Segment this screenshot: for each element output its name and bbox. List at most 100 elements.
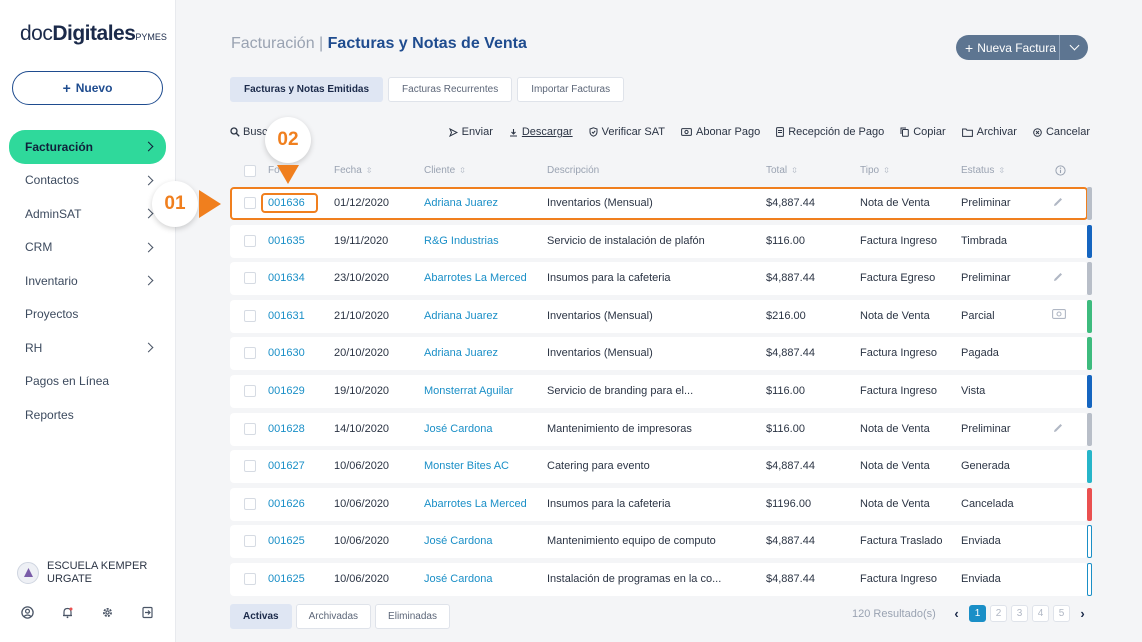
- cell-cliente[interactable]: Adriana Juarez: [424, 197, 542, 209]
- tab-recurrentes[interactable]: Facturas Recurrentes: [388, 77, 513, 102]
- sidebar-item-adminsat[interactable]: AdminSAT: [9, 197, 166, 231]
- cell-folio[interactable]: 001626: [268, 498, 328, 510]
- row-checkbox[interactable]: [244, 573, 256, 585]
- cell-cliente[interactable]: R&G Industrias: [424, 235, 542, 247]
- sidebar-item-crm[interactable]: CRM: [9, 231, 166, 265]
- page-button[interactable]: 1: [969, 605, 986, 622]
- cell-cliente[interactable]: Monsterrat Aguilar: [424, 385, 542, 397]
- page-button[interactable]: 5: [1053, 605, 1070, 622]
- sidebar-item-pagos-en-línea[interactable]: Pagos en Línea: [9, 365, 166, 399]
- table-row[interactable]: 001631 21/10/2020 Adriana Juarez Inventario…: [230, 299, 1092, 333]
- cash-icon[interactable]: [1052, 308, 1066, 323]
- tab-emitidas[interactable]: Facturas y Notas Emitidas: [230, 77, 384, 102]
- pencil-icon[interactable]: [1052, 271, 1066, 285]
- sidebar-item-reportes[interactable]: Reportes: [9, 398, 166, 432]
- table-row[interactable]: 001636 01/12/2020 Adriana Juarez Inventario…: [230, 187, 1092, 220]
- table-row[interactable]: 001629 19/10/2020 Monsterrat Aguilar Servic…: [230, 375, 1092, 408]
- cell-cliente[interactable]: Adriana Juarez: [424, 347, 542, 359]
- pencil-icon[interactable]: [1052, 422, 1066, 436]
- row-checkbox[interactable]: [244, 385, 256, 397]
- action-label: Verificar SAT: [601, 126, 665, 138]
- verificar-sat-button[interactable]: Verificar SAT: [589, 126, 665, 138]
- recepción-de-pago-button[interactable]: Recepción de Pago: [776, 126, 884, 138]
- cell-cliente[interactable]: José Cardona: [424, 535, 542, 547]
- row-checkbox[interactable]: [244, 197, 256, 209]
- cell-folio[interactable]: 001625: [268, 535, 328, 547]
- cell-cliente[interactable]: Abarrotes La Merced: [424, 498, 542, 510]
- page-button[interactable]: 4: [1032, 605, 1049, 622]
- sidebar-item-contactos[interactable]: Contactos: [9, 164, 166, 198]
- row-checkbox[interactable]: [244, 309, 256, 322]
- tab-archivadas[interactable]: Archivadas: [295, 604, 372, 629]
- row-checkbox[interactable]: [244, 497, 256, 510]
- table-row[interactable]: 001635 19/11/2020 R&G Industrias Servicio d…: [230, 224, 1092, 258]
- sidebar-item-proyectos[interactable]: Proyectos: [9, 298, 166, 332]
- row-checkbox[interactable]: [244, 535, 256, 548]
- enviar-button[interactable]: Enviar: [448, 126, 493, 138]
- logout-icon[interactable]: [140, 605, 155, 620]
- bell-icon[interactable]: [60, 605, 75, 620]
- col-descripcion[interactable]: Descripción: [547, 165, 599, 176]
- table-row[interactable]: 001626 10/06/2020 Abarrotes La Merced Insum…: [230, 487, 1092, 521]
- col-cliente[interactable]: Cliente ⇳: [424, 165, 466, 176]
- cell-cliente[interactable]: José Cardona: [424, 423, 542, 435]
- row-checkbox[interactable]: [244, 272, 256, 285]
- cell-folio[interactable]: 001634: [268, 272, 328, 284]
- cell-folio[interactable]: 001630: [268, 347, 328, 359]
- search-input[interactable]: Busc: [230, 126, 267, 138]
- new-invoice-button[interactable]: + Nueva Factura: [956, 35, 1088, 60]
- user-profile[interactable]: ESCUELA KEMPER URGATE: [17, 560, 157, 586]
- abonar-pago-button[interactable]: Abonar Pago: [681, 126, 760, 138]
- cell-cliente[interactable]: Adriana Juarez: [424, 310, 542, 322]
- row-checkbox[interactable]: [244, 422, 256, 435]
- table-row[interactable]: 001628 14/10/2020 José Cardona Mantenimient…: [230, 412, 1092, 446]
- copiar-button[interactable]: Copiar: [900, 126, 946, 138]
- row-checkbox[interactable]: [244, 460, 256, 473]
- pencil-icon[interactable]: [1052, 196, 1066, 210]
- user-circle-icon[interactable]: [20, 605, 35, 620]
- brand-logo[interactable]: docDigitalesPYMES: [20, 22, 167, 46]
- row-checkbox[interactable]: [244, 234, 256, 247]
- cell-folio[interactable]: 001628: [268, 423, 328, 435]
- table-row[interactable]: 001634 23/10/2020 Abarrotes La Merced Insum…: [230, 262, 1092, 296]
- cell-fecha: 10/06/2020: [334, 573, 390, 585]
- row-checkbox[interactable]: [244, 347, 256, 360]
- gear-icon[interactable]: [100, 605, 115, 620]
- cell-fecha: 21/10/2020: [334, 309, 390, 322]
- col-total[interactable]: Total ⇳: [766, 165, 798, 176]
- sidebar-item-rh[interactable]: RH: [9, 331, 166, 365]
- cancelar-button[interactable]: Cancelar: [1033, 126, 1090, 138]
- table-row[interactable]: 001625 10/06/2020 José Cardona Instalación …: [230, 563, 1092, 596]
- table-row[interactable]: 001625 10/06/2020 José Cardona Mantenimient…: [230, 525, 1092, 559]
- table-row[interactable]: 001630 20/10/2020 Adriana Juarez Inventario…: [230, 337, 1092, 371]
- descargar-button[interactable]: Descargar: [509, 126, 573, 138]
- chevron-left-icon[interactable]: ‹: [948, 605, 965, 622]
- chevron-right-icon[interactable]: ›: [1074, 605, 1091, 622]
- breadcrumb-parent[interactable]: Facturación |: [231, 35, 323, 52]
- archivar-button[interactable]: Archivar: [961, 126, 1017, 138]
- cell-cliente[interactable]: José Cardona: [424, 573, 542, 585]
- col-tipo[interactable]: Tipo ⇳: [860, 165, 890, 176]
- cell-cliente[interactable]: Abarrotes La Merced: [424, 272, 542, 284]
- cell-folio[interactable]: 001631: [268, 310, 328, 322]
- sidebar-item-label: Reportes: [25, 407, 74, 422]
- cell-folio[interactable]: 001627: [268, 460, 328, 472]
- info-icon[interactable]: [1055, 165, 1066, 176]
- tab-eliminadas[interactable]: Eliminadas: [375, 604, 450, 629]
- select-all-checkbox[interactable]: [244, 165, 256, 177]
- cell-folio[interactable]: 001635: [268, 235, 328, 247]
- cell-cliente[interactable]: Monster Bites AC: [424, 460, 542, 472]
- sidebar-item-inventario[interactable]: Inventario: [9, 264, 166, 298]
- new-invoice-dropdown[interactable]: [1060, 40, 1088, 51]
- cell-folio[interactable]: 001629: [268, 385, 328, 397]
- tab-importar[interactable]: Importar Facturas: [517, 77, 625, 102]
- cell-folio[interactable]: 001625: [268, 573, 328, 585]
- page-button[interactable]: 3: [1011, 605, 1028, 622]
- new-button[interactable]: + Nuevo: [12, 71, 163, 105]
- table-row[interactable]: 001627 10/06/2020 Monster Bites AC Catering…: [230, 450, 1092, 484]
- col-fecha[interactable]: Fecha ⇳: [334, 165, 373, 176]
- col-estatus[interactable]: Estatus ⇳: [961, 165, 1005, 176]
- page-button[interactable]: 2: [990, 605, 1007, 622]
- sidebar-item-facturación[interactable]: Facturación: [9, 130, 166, 164]
- tab-activas[interactable]: Activas: [230, 604, 292, 629]
